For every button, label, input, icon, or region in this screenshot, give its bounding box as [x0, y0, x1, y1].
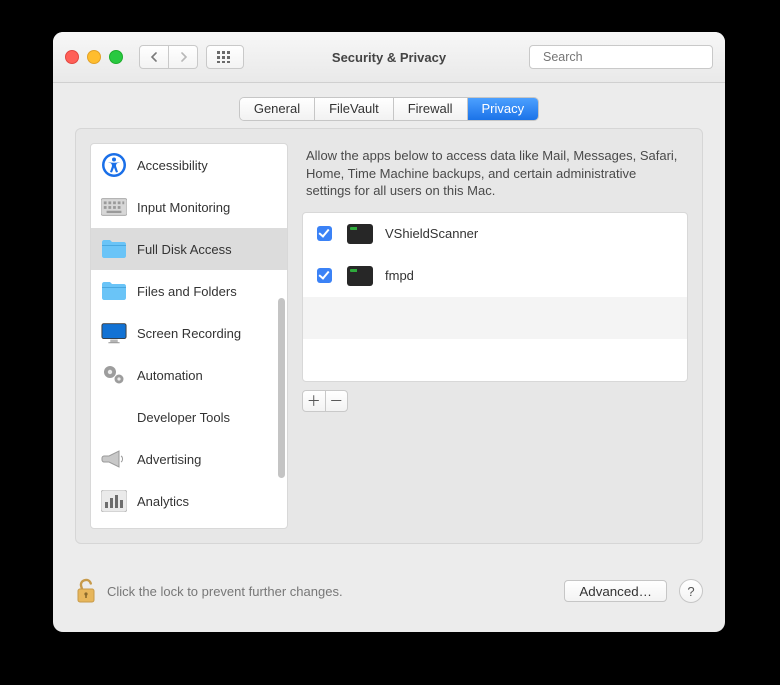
app-checkbox[interactable]	[317, 226, 332, 241]
titlebar: Security & Privacy	[53, 32, 725, 83]
help-button[interactable]: ?	[679, 579, 703, 603]
pane-description: Allow the apps below to access data like…	[306, 147, 684, 200]
privacy-category-sidebar: Accessibility Input Monitoring Full Disk…	[90, 143, 288, 529]
lock-text: Click the lock to prevent further change…	[107, 584, 343, 599]
footer: Click the lock to prevent further change…	[75, 568, 703, 614]
display-icon	[101, 320, 127, 346]
sidebar-item-files-and-folders[interactable]: Files and Folders	[91, 270, 287, 312]
app-row-empty	[303, 339, 687, 381]
search-input[interactable]	[541, 49, 706, 65]
close-window-button[interactable]	[65, 50, 79, 64]
app-checkbox[interactable]	[317, 268, 332, 283]
tab-bar: General FileVault Firewall Privacy	[53, 83, 725, 133]
folder-icon	[101, 278, 127, 304]
grid-icon	[217, 51, 233, 63]
sidebar-item-label: Accessibility	[137, 158, 208, 173]
remove-button[interactable]: －	[326, 391, 348, 411]
main-panel: Accessibility Input Monitoring Full Disk…	[75, 128, 703, 544]
zoom-window-button[interactable]	[109, 50, 123, 64]
sidebar-item-label: Analytics	[137, 494, 189, 509]
sidebar-item-label: Screen Recording	[137, 326, 241, 341]
sidebar-scrollbar[interactable]	[277, 148, 285, 524]
keyboard-icon	[101, 194, 127, 220]
sidebar-item-developer-tools[interactable]: Developer Tools	[91, 396, 287, 438]
app-row-empty	[303, 297, 687, 339]
app-row[interactable]: fmpd	[303, 255, 687, 297]
lock-area[interactable]: Click the lock to prevent further change…	[75, 577, 343, 605]
sidebar-item-input-monitoring[interactable]: Input Monitoring	[91, 186, 287, 228]
sidebar-item-label: Files and Folders	[137, 284, 237, 299]
terminal-icon	[347, 266, 373, 286]
sidebar-item-full-disk-access[interactable]: Full Disk Access	[91, 228, 287, 270]
preferences-window: Security & Privacy General FileVault Fir…	[53, 32, 725, 632]
show-all-button[interactable]	[206, 45, 244, 69]
sidebar-item-label: Automation	[137, 368, 203, 383]
sidebar-scrollbar-thumb[interactable]	[278, 298, 285, 478]
tab-firewall[interactable]: Firewall	[394, 98, 468, 120]
bars-icon	[101, 488, 127, 514]
app-name: VShieldScanner	[385, 226, 478, 241]
sidebar-item-label: Advertising	[137, 452, 201, 467]
sidebar-item-screen-recording[interactable]: Screen Recording	[91, 312, 287, 354]
accessibility-icon	[101, 152, 127, 178]
chevron-right-icon	[179, 52, 188, 62]
tab-filevault[interactable]: FileVault	[315, 98, 394, 120]
add-remove-buttons: ＋ －	[302, 390, 348, 412]
sidebar-item-advertising[interactable]: Advertising	[91, 438, 287, 480]
minimize-window-button[interactable]	[87, 50, 101, 64]
nav-back-forward	[139, 45, 198, 69]
window-controls	[65, 50, 123, 64]
gears-icon	[101, 362, 127, 388]
terminal-icon	[347, 224, 373, 244]
sidebar-item-analytics[interactable]: Analytics	[91, 480, 287, 522]
app-name: fmpd	[385, 268, 414, 283]
sidebar-item-accessibility[interactable]: Accessibility	[91, 144, 287, 186]
question-mark-icon: ?	[687, 584, 694, 599]
search-field[interactable]	[529, 45, 713, 69]
sidebar-item-label: Input Monitoring	[137, 200, 230, 215]
sidebar-item-label: Developer Tools	[137, 410, 230, 425]
tab-general[interactable]: General	[240, 98, 315, 120]
blank-icon	[101, 404, 127, 430]
advanced-button[interactable]: Advanced…	[564, 580, 667, 602]
sidebar-item-label: Full Disk Access	[137, 242, 232, 257]
unlocked-lock-icon	[75, 577, 97, 605]
tab-privacy[interactable]: Privacy	[468, 98, 539, 120]
app-row[interactable]: VShieldScanner	[303, 213, 687, 255]
folder-icon	[101, 236, 127, 262]
megaphone-icon	[101, 446, 127, 472]
app-list: VShieldScanner fmpd	[302, 212, 688, 382]
chevron-left-icon	[150, 52, 159, 62]
detail-pane: Allow the apps below to access data like…	[302, 143, 688, 529]
sidebar-item-automation[interactable]: Automation	[91, 354, 287, 396]
back-button[interactable]	[139, 45, 169, 69]
add-button[interactable]: ＋	[303, 391, 326, 411]
forward-button[interactable]	[169, 45, 198, 69]
tab-segment: General FileVault Firewall Privacy	[239, 97, 539, 121]
